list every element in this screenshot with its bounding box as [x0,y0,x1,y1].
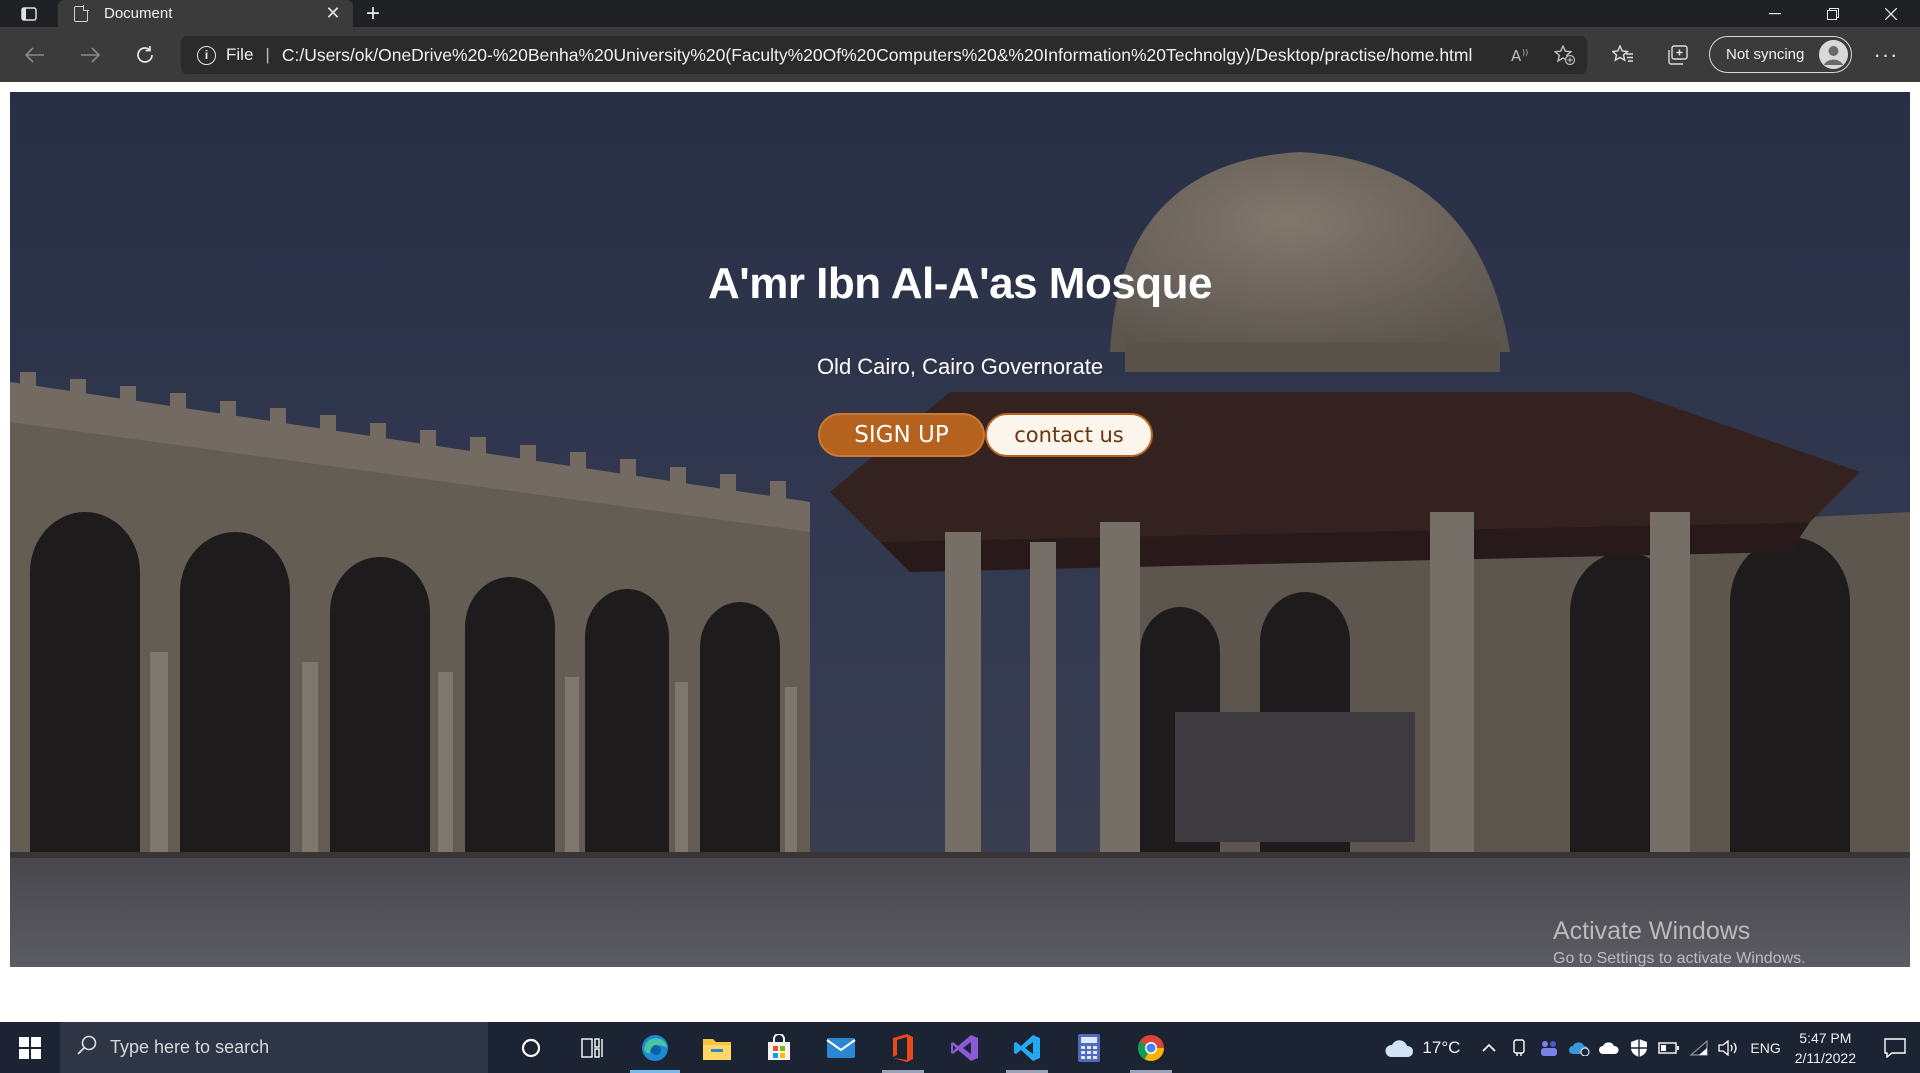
hero-section: A'mr Ibn Al-A'as Mosque Old Cairo, Cairo… [10,92,1910,967]
vs-code-icon[interactable] [996,1022,1058,1073]
activate-windows-watermark: Activate Windows Go to Settings to activ… [1553,917,1806,967]
search-placeholder: Type here to search [110,1037,270,1057]
visual-studio-icon[interactable] [934,1022,996,1073]
windows-taskbar: Type here to search 17°C ENG 5:47 PM 2/1… [0,1022,1920,1073]
info-icon[interactable]: i [197,45,216,65]
read-aloud-icon[interactable]: A)) [1499,47,1543,63]
onedrive-sync-icon[interactable] [1564,1040,1594,1056]
more-options-icon[interactable]: ··· [1862,27,1910,82]
page-viewport: A'mr Ibn Al-A'as Mosque Old Cairo, Cairo… [0,82,1920,1022]
microsoft-store-icon[interactable] [748,1022,810,1073]
hero-button-row: SIGN UP contact us [818,413,1153,457]
battery-icon[interactable] [1654,1041,1684,1054]
input-language[interactable]: ENG [1750,1040,1780,1056]
hero-title: A'mr Ibn Al-A'as Mosque [707,259,1213,308]
browser-toolbar: i File | C:/Users/ok/OneDrive%20-%20Benh… [0,27,1920,82]
document-icon [74,4,89,22]
watermark-title: Activate Windows [1553,917,1751,945]
browser-tab-bar: Document ✕ + [0,0,1920,27]
add-favorite-icon[interactable] [1543,45,1587,65]
teams-icon[interactable] [1534,1039,1564,1057]
notification-center-icon[interactable] [1870,1037,1920,1058]
back-button[interactable] [7,27,62,82]
new-tab-button[interactable]: + [353,0,393,27]
minimize-button[interactable] [1746,0,1804,27]
url-text[interactable]: C:/Users/ok/OneDrive%20-%20Benha%20Unive… [282,45,1473,66]
address-scheme-label: File [226,45,254,64]
volume-icon[interactable] [1714,1039,1744,1056]
system-clock[interactable]: 5:47 PM 2/11/2022 [1795,1028,1856,1068]
profile-sync-button[interactable]: Not syncing [1709,36,1852,73]
svg-text:)): )) [1522,48,1528,57]
collections-icon[interactable] [1650,27,1705,82]
weather-widget[interactable]: 17°C [1384,1037,1460,1059]
pinned-apps [500,1022,1182,1073]
browser-tab[interactable]: Document ✕ [58,0,353,27]
clock-date: 2/11/2022 [1794,1049,1856,1066]
address-bar-actions: A)) [1499,36,1587,74]
watermark-subtitle: Go to Settings to activate Windows. [1553,950,1806,967]
start-button[interactable] [0,1022,60,1073]
avatar [1819,40,1848,69]
mail-icon[interactable] [810,1022,872,1073]
tab-close-icon[interactable]: ✕ [323,3,343,23]
onedrive-icon[interactable] [1594,1041,1624,1055]
contact-us-button[interactable]: contact us [985,413,1153,457]
task-view-icon[interactable] [562,1022,624,1073]
address-separator: | [265,45,270,64]
favorites-icon[interactable] [1595,27,1650,82]
windows-logo-icon [19,1036,41,1059]
forward-button[interactable] [62,27,117,82]
sign-up-button[interactable]: SIGN UP [818,413,985,457]
hero-subtitle: Old Cairo, Cairo Governorate [816,354,1104,379]
window-controls [1746,0,1920,27]
tab-title: Document [104,5,173,22]
file-explorer-icon[interactable] [686,1022,748,1073]
mosque-background-image [10,92,1910,967]
restore-button[interactable] [1804,0,1862,27]
usb-device-icon[interactable] [1504,1038,1534,1057]
chevron-up-icon[interactable] [1474,1043,1504,1053]
clock-time: 5:47 PM [1799,1029,1852,1046]
taskbar-search-box[interactable]: Type here to search [60,1022,488,1073]
refresh-button[interactable] [117,27,172,82]
svg-text:A: A [1511,47,1522,63]
address-bar[interactable]: i File | C:/Users/ok/OneDrive%20-%20Benh… [181,36,1587,74]
search-icon [76,1034,98,1061]
system-tray: 17°C ENG 5:47 PM 2/11/2022 [1384,1022,1920,1073]
weather-temperature: 17°C [1422,1037,1461,1057]
wifi-icon[interactable] [1684,1039,1714,1056]
office-icon[interactable] [872,1022,934,1073]
tab-actions-icon[interactable] [0,0,58,27]
cortana-icon[interactable] [500,1022,562,1073]
sync-status-label: Not syncing [1726,46,1805,63]
cloud-icon [1385,1039,1414,1057]
calculator-icon[interactable] [1058,1022,1120,1073]
security-shield-icon[interactable] [1624,1038,1654,1058]
chrome-icon[interactable] [1120,1022,1182,1073]
edge-browser-icon[interactable] [624,1022,686,1073]
close-window-button[interactable] [1862,0,1920,27]
toolbar-icons [1595,27,1705,82]
